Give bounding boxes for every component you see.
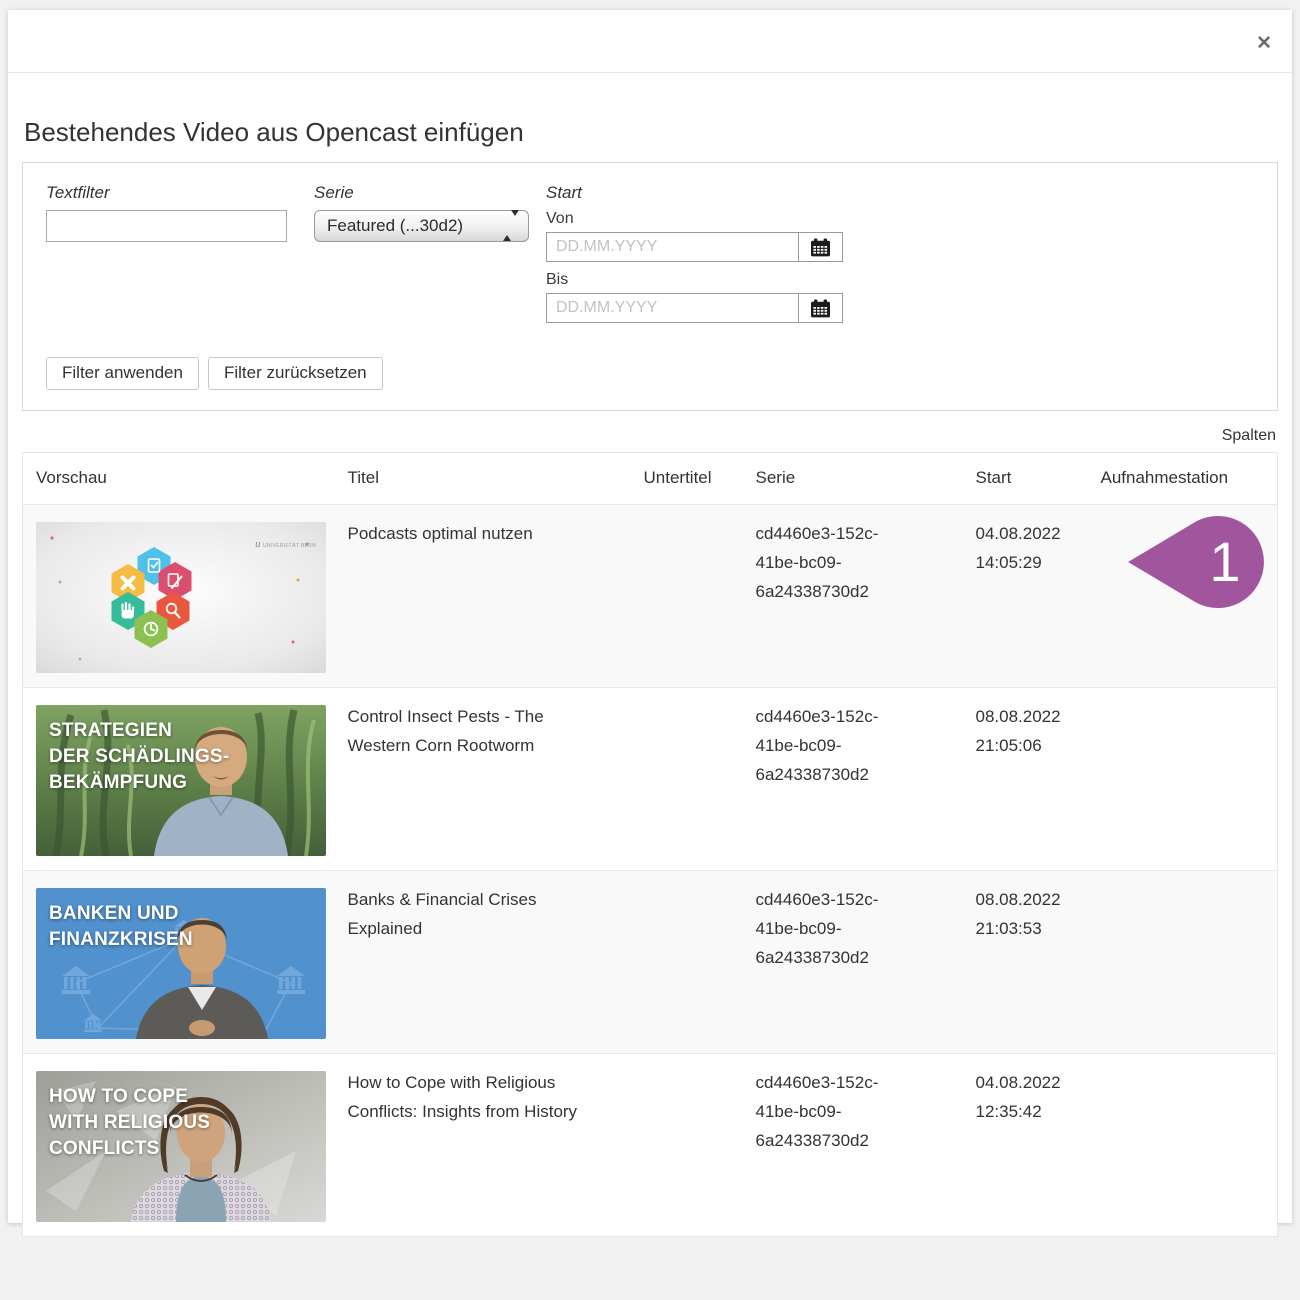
col-header-titel: Titel — [335, 453, 631, 505]
bis-label: Bis — [546, 271, 843, 289]
textfilter-group: Textfilter — [46, 183, 287, 242]
thumbnail-caption: BANKEN UND FINANZKRISEN — [49, 901, 193, 953]
col-header-vorschau: Vorschau — [23, 453, 335, 505]
serie-select[interactable]: Featured (...30d2) — [314, 210, 529, 242]
calendar-icon[interactable] — [798, 233, 842, 261]
von-date-field — [546, 232, 843, 262]
svg-text:1: 1 — [1209, 530, 1240, 593]
university-bern-logo: uUNIVERSITÄT BERN — [255, 530, 316, 561]
dialog-header: ✕ — [8, 10, 1292, 73]
video-thumbnail[interactable]: uUNIVERSITÄT BERN — [36, 522, 326, 673]
table-row[interactable]: HOW TO COPE WITH RELIGIOUS CONFLICTS How… — [23, 1054, 1278, 1237]
von-label: Von — [546, 210, 843, 228]
columns-link[interactable]: Spalten — [1222, 427, 1276, 444]
bis-date-input[interactable] — [547, 294, 798, 322]
page-background: ✕ Bestehendes Video aus Opencast einfüge… — [0, 0, 1300, 1300]
video-title: How to Cope with Religious Conflicts: In… — [348, 1068, 588, 1126]
textfilter-input[interactable] — [46, 210, 287, 242]
col-header-aufnahmestation: Aufnahmestation — [1088, 453, 1278, 505]
table-header-row: Vorschau Titel Untertitel Serie Start Au… — [23, 453, 1278, 505]
col-header-start: Start — [963, 453, 1088, 505]
opencast-dialog: ✕ Bestehendes Video aus Opencast einfüge… — [8, 10, 1292, 1223]
video-table: Vorschau Titel Untertitel Serie Start Au… — [22, 452, 1278, 1237]
table-row[interactable]: uUNIVERSITÄT BERN Podcasts optimal nutze… — [23, 505, 1278, 688]
video-thumbnail[interactable]: BANKEN UND FINANZKRISEN — [36, 888, 326, 1039]
video-serie: cd4460e3-152c-41be-bc09-6a24338730d2 — [756, 1068, 906, 1155]
video-start: 04.08.2022 12:35:42 — [976, 1068, 1076, 1126]
video-start: 04.08.2022 14:05:29 — [976, 519, 1076, 577]
annotation-pin-1: 1 — [1128, 516, 1268, 608]
calendar-icon[interactable] — [798, 294, 842, 322]
video-title: Podcasts optimal nutzen — [348, 519, 588, 548]
serie-label: Serie — [314, 183, 529, 203]
col-header-untertitel: Untertitel — [631, 453, 743, 505]
close-icon[interactable]: ✕ — [1256, 34, 1272, 53]
col-header-serie: Serie — [743, 453, 963, 505]
page-title: Bestehendes Video aus Opencast einfügen — [24, 117, 1278, 148]
filter-panel: Textfilter Serie Featured (...30d2) — [22, 162, 1278, 411]
video-thumbnail[interactable]: HOW TO COPE WITH RELIGIOUS CONFLICTS — [36, 1071, 326, 1222]
video-start: 08.08.2022 21:03:53 — [976, 885, 1076, 943]
start-date-group: Start Von — [546, 183, 843, 332]
thumbnail-caption: HOW TO COPE WITH RELIGIOUS CONFLICTS — [49, 1084, 210, 1162]
thumbnail-caption: STRATEGIEN DER SCHÄDLINGS- BEKÄMPFUNG — [49, 718, 229, 796]
video-thumbnail[interactable]: STRATEGIEN DER SCHÄDLINGS- BEKÄMPFUNG — [36, 705, 326, 856]
video-serie: cd4460e3-152c-41be-bc09-6a24338730d2 — [756, 885, 906, 972]
bis-date-field — [546, 293, 843, 323]
filter-reset-button[interactable]: Filter zurücksetzen — [208, 357, 383, 390]
serie-group: Serie Featured (...30d2) — [314, 183, 529, 242]
video-serie: cd4460e3-152c-41be-bc09-6a24338730d2 — [756, 702, 906, 789]
video-title: Control Insect Pests - The Western Corn … — [348, 702, 588, 760]
serie-select-value: Featured (...30d2) — [327, 216, 463, 236]
video-start: 08.08.2022 21:05:06 — [976, 702, 1076, 760]
start-label: Start — [546, 183, 843, 203]
video-serie: cd4460e3-152c-41be-bc09-6a24338730d2 — [756, 519, 906, 606]
table-row[interactable]: STRATEGIEN DER SCHÄDLINGS- BEKÄMPFUNG Co… — [23, 688, 1278, 871]
table-row[interactable]: BANKEN UND FINANZKRISEN Banks & Financia… — [23, 871, 1278, 1054]
video-title: Banks & Financial Crises Explained — [348, 885, 588, 943]
von-date-input[interactable] — [547, 233, 798, 261]
chevron-updown-icon — [503, 216, 519, 236]
filter-apply-button[interactable]: Filter anwenden — [46, 357, 199, 390]
textfilter-label: Textfilter — [46, 183, 287, 203]
